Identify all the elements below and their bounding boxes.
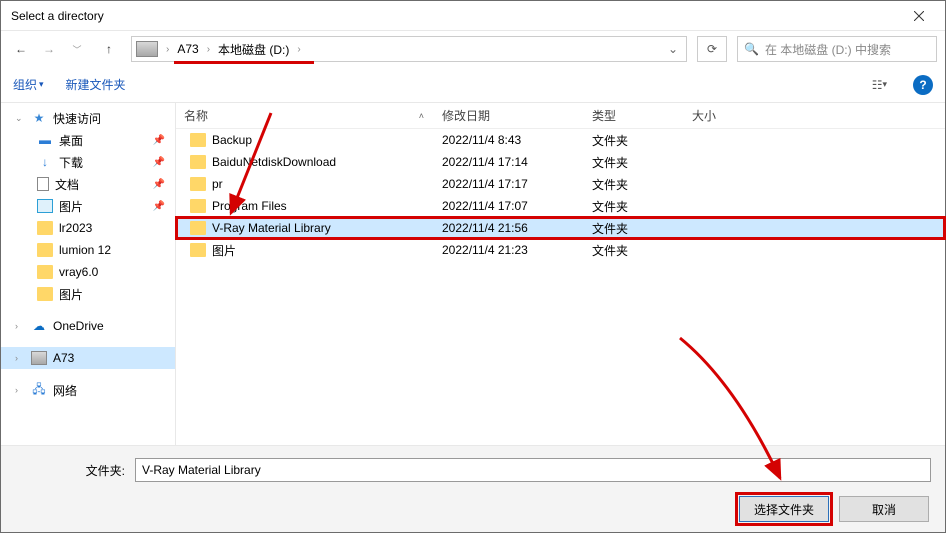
sidebar-item-desktop[interactable]: ▬桌面📌 xyxy=(1,129,175,151)
main-area: ⌄★快速访问 ▬桌面📌 ↓下载📌 文档📌 图片📌 lr2023 lumion 1… xyxy=(1,103,945,445)
refresh-button[interactable]: ⟳ xyxy=(697,36,727,62)
document-icon xyxy=(37,177,49,191)
window-title: Select a directory xyxy=(11,9,896,23)
sidebar-item-a73[interactable]: ›A73 xyxy=(1,347,175,369)
sidebar-item-pictures[interactable]: 图片📌 xyxy=(1,195,175,217)
sidebar: ⌄★快速访问 ▬桌面📌 ↓下载📌 文档📌 图片📌 lr2023 lumion 1… xyxy=(1,103,176,445)
back-button[interactable]: ← xyxy=(9,37,33,61)
file-list: 名称˄ 修改日期 类型 大小 Backup 2022/11/4 8:43 文件夹… xyxy=(176,103,945,445)
recent-dropdown[interactable]: ﹀ xyxy=(65,37,89,61)
folder-icon xyxy=(37,243,53,257)
file-row[interactable]: Backup 2022/11/4 8:43 文件夹 xyxy=(176,129,945,151)
search-placeholder: 在 本地磁盘 (D:) 中搜索 xyxy=(765,41,891,58)
chevron-right-icon: › xyxy=(162,44,173,55)
file-row[interactable]: pr 2022/11/4 17:17 文件夹 xyxy=(176,173,945,195)
folder-icon xyxy=(190,243,206,257)
breadcrumb-dropdown[interactable]: ⌄ xyxy=(660,42,686,56)
breadcrumb-seg-a73[interactable]: A73 xyxy=(173,42,202,56)
folder-icon xyxy=(190,221,206,235)
folder-icon xyxy=(37,287,53,301)
new-folder-button[interactable]: 新建文件夹 xyxy=(66,76,126,93)
close-button[interactable] xyxy=(896,1,941,30)
sidebar-item-pictures2[interactable]: 图片 xyxy=(1,283,175,305)
sidebar-item-onedrive[interactable]: ›☁OneDrive xyxy=(1,315,175,337)
navbar: ← → ﹀ ↑ › A73 › 本地磁盘 (D:) › ⌄ ⟳ 🔍 在 本地磁盘… xyxy=(1,31,945,67)
picture-icon xyxy=(37,199,53,213)
footer: 文件夹: 选择文件夹 取消 xyxy=(1,445,945,532)
folder-icon xyxy=(190,199,206,213)
drive-icon xyxy=(136,41,158,57)
file-row[interactable]: Program Files 2022/11/4 17:07 文件夹 xyxy=(176,195,945,217)
star-icon: ★ xyxy=(31,111,47,125)
sidebar-item-lr2023[interactable]: lr2023 xyxy=(1,217,175,239)
sidebar-item-documents[interactable]: 文档📌 xyxy=(1,173,175,195)
chevron-right-icon: › xyxy=(293,44,304,55)
sidebar-item-downloads[interactable]: ↓下载📌 xyxy=(1,151,175,173)
col-date[interactable]: 修改日期 xyxy=(434,107,584,124)
search-icon: 🔍 xyxy=(744,42,759,56)
sort-indicator: ˄ xyxy=(419,111,424,121)
chevron-right-icon: › xyxy=(203,44,214,55)
organize-menu[interactable]: 组织 ▾ xyxy=(13,76,44,93)
pin-icon: 📌 xyxy=(153,157,165,168)
file-row[interactable]: BaiduNetdiskDownload 2022/11/4 17:14 文件夹 xyxy=(176,151,945,173)
col-name[interactable]: 名称˄ xyxy=(176,107,434,124)
folder-field-label: 文件夹: xyxy=(15,462,125,479)
folder-icon xyxy=(37,221,53,235)
breadcrumb[interactable]: › A73 › 本地磁盘 (D:) › ⌄ xyxy=(131,36,687,62)
dialog-window: Select a directory ← → ﹀ ↑ › A73 › 本地磁盘 … xyxy=(0,0,946,533)
download-icon: ↓ xyxy=(37,155,53,169)
help-button[interactable]: ? xyxy=(913,75,933,95)
network-icon: 🖧 xyxy=(31,383,47,397)
sidebar-item-lumion12[interactable]: lumion 12 xyxy=(1,239,175,261)
select-folder-button[interactable]: 选择文件夹 xyxy=(739,496,829,522)
desktop-icon: ▬ xyxy=(37,133,53,147)
folder-name-input[interactable] xyxy=(135,458,931,482)
annotation-underline xyxy=(174,61,314,64)
breadcrumb-seg-drive[interactable]: 本地磁盘 (D:) xyxy=(214,41,293,58)
cancel-button[interactable]: 取消 xyxy=(839,496,929,522)
forward-button[interactable]: → xyxy=(37,37,61,61)
pin-icon: 📌 xyxy=(153,135,165,146)
view-menu[interactable]: ☷ ▾ xyxy=(868,76,891,94)
file-row-selected[interactable]: V-Ray Material Library 2022/11/4 21:56 文… xyxy=(176,217,945,239)
pc-icon xyxy=(31,351,47,365)
col-type[interactable]: 类型 xyxy=(584,107,684,124)
up-button[interactable]: ↑ xyxy=(97,37,121,61)
folder-icon xyxy=(190,155,206,169)
toolbar: 组织 ▾ 新建文件夹 ☷ ▾ ? xyxy=(1,67,945,103)
sidebar-item-quick[interactable]: ⌄★快速访问 xyxy=(1,107,175,129)
folder-icon xyxy=(37,265,53,279)
titlebar: Select a directory xyxy=(1,1,945,31)
file-row[interactable]: 图片 2022/11/4 21:23 文件夹 xyxy=(176,239,945,261)
folder-icon xyxy=(190,177,206,191)
folder-icon xyxy=(190,133,206,147)
sidebar-item-vray60[interactable]: vray6.0 xyxy=(1,261,175,283)
pin-icon: 📌 xyxy=(153,179,165,190)
cloud-icon: ☁ xyxy=(31,319,47,333)
col-size[interactable]: 大小 xyxy=(684,107,764,124)
column-header: 名称˄ 修改日期 类型 大小 xyxy=(176,103,945,129)
search-input[interactable]: 🔍 在 本地磁盘 (D:) 中搜索 xyxy=(737,36,937,62)
sidebar-item-network[interactable]: ›🖧网络 xyxy=(1,379,175,401)
pin-icon: 📌 xyxy=(153,201,165,212)
